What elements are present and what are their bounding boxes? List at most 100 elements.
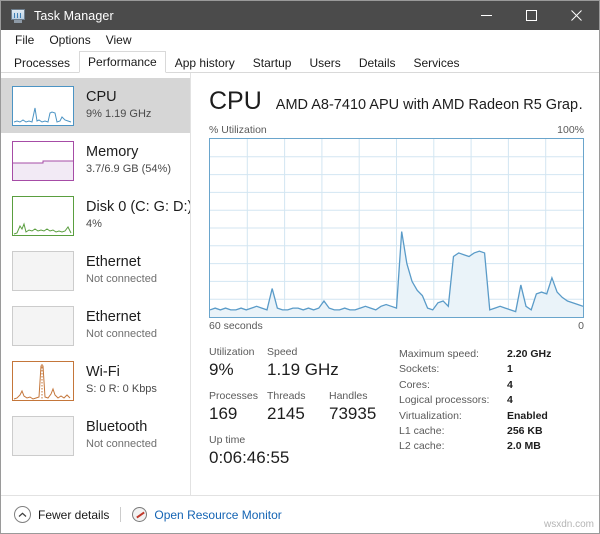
ethernet-thumbnail-graph [12, 305, 74, 346]
graph-x-axis-end: 0 [578, 320, 584, 332]
stat-label: Threads [267, 390, 306, 402]
spec-row-l1-cache: L1 cache: 256 KB [399, 424, 584, 439]
tab-details[interactable]: Details [350, 52, 405, 73]
title-bar: Task Manager [1, 1, 599, 30]
menu-bar: File Options View [1, 30, 599, 51]
spec-row-sockets: Sockets: 1 [399, 362, 584, 377]
cpu-header: CPU AMD A8-7410 APU with AMD Radeon R5 G… [209, 87, 584, 115]
sidebar-item-bluetooth[interactable]: Bluetooth Not connected [1, 408, 190, 463]
page-title: CPU [209, 87, 262, 115]
spec-key: L2 cache: [399, 440, 445, 453]
spec-key: L1 cache: [399, 425, 445, 438]
stat-value: 169 [209, 404, 238, 423]
sidebar-item-label: Ethernet [86, 254, 141, 270]
stat-processes: Processes 169 [209, 390, 267, 425]
stat-value: 73935 [329, 404, 377, 423]
spec-value: 4 [507, 394, 513, 407]
spec-value: 4 [507, 378, 513, 391]
menu-item-file[interactable]: File [8, 32, 42, 49]
wifi-thumbnail-graph [12, 360, 74, 401]
stat-label: Handles [329, 390, 368, 402]
stat-label: Up time [209, 434, 246, 446]
spec-value: 256 KB [507, 425, 543, 438]
stat-label: Speed [267, 346, 298, 358]
close-button[interactable] [554, 1, 599, 30]
menu-item-view[interactable]: View [99, 32, 140, 49]
spec-value: 2.0 MB [507, 440, 541, 453]
resource-sidebar: CPU 9% 1.19 GHz Memory 3.7/6.9 GB (54%) [1, 73, 191, 495]
fewer-details-button[interactable]: Fewer details [38, 508, 109, 522]
tab-startup[interactable]: Startup [244, 52, 301, 73]
stat-utilization: Utilization 9% [209, 346, 267, 381]
cpu-stats: Utilization 9% Speed 1.19 GHz Processes … [209, 346, 584, 478]
sidebar-item-label: Memory [86, 144, 139, 160]
spec-row-cores: Cores: 4 [399, 378, 584, 393]
stat-row-processes-threads-handles: Processes 169 Threads 2145 Handles 73935 [209, 390, 399, 425]
maximize-button[interactable] [509, 1, 554, 30]
stat-handles: Handles 73935 [329, 390, 376, 425]
stat-uptime: Up time 0:06:46:55 [209, 434, 289, 469]
menu-item-options[interactable]: Options [42, 32, 98, 49]
cpu-model-label: AMD A8-7410 APU with AMD Radeon R5 Grap… [275, 97, 584, 113]
open-resource-monitor-link[interactable]: Open Resource Monitor [154, 508, 281, 522]
stat-value: 2145 [267, 404, 305, 423]
spec-key: Sockets: [399, 363, 440, 376]
stat-label: Utilization [209, 346, 255, 358]
sidebar-item-sub: 4% [86, 218, 102, 230]
tab-strip: Processes Performance App history Startu… [1, 51, 599, 73]
sidebar-ethernet-2-text: Ethernet Not connected [86, 309, 157, 342]
chevron-up-icon[interactable] [14, 506, 31, 523]
cpu-detail-panel: CPU AMD A8-7410 APU with AMD Radeon R5 G… [191, 73, 599, 495]
sidebar-item-wifi[interactable]: Wi-Fi S: 0 R: 0 Kbps [1, 353, 190, 408]
graph-y-axis-max: 100% [557, 124, 584, 136]
sidebar-item-cpu[interactable]: CPU 9% 1.19 GHz [1, 78, 190, 133]
ethernet-thumbnail-graph [12, 250, 74, 291]
sidebar-item-sub: S: 0 R: 0 Kbps [86, 383, 157, 395]
bluetooth-thumbnail-graph [12, 415, 74, 456]
spec-key: Cores: [399, 378, 430, 391]
spec-value: Enabled [507, 409, 548, 422]
task-manager-window: Task Manager File Options View Processes… [0, 0, 600, 534]
sidebar-item-ethernet-2[interactable]: Ethernet Not connected [1, 298, 190, 353]
sidebar-item-label: CPU [86, 89, 117, 105]
tab-performance[interactable]: Performance [79, 51, 166, 73]
sidebar-item-label: Disk 0 (C: G: D:) [86, 199, 191, 215]
tab-users[interactable]: Users [300, 52, 349, 73]
window-title: Task Manager [34, 8, 114, 23]
sidebar-item-sub: Not connected [86, 438, 157, 450]
tab-services[interactable]: Services [405, 52, 469, 73]
stat-row-utilization-speed: Utilization 9% Speed 1.19 GHz [209, 346, 399, 381]
tab-app-history[interactable]: App history [166, 52, 244, 73]
task-manager-icon [10, 8, 26, 24]
cpu-spec-list: Maximum speed: 2.20 GHz Sockets: 1 Cores… [399, 346, 584, 478]
stat-value: 0:06:46:55 [209, 448, 290, 467]
spec-key: Virtualization: [399, 409, 462, 422]
spec-row-logical-processors: Logical processors: 4 [399, 393, 584, 408]
graph-top-axis: % Utilization 100% [209, 124, 584, 136]
cpu-utilization-graph [209, 138, 584, 318]
sidebar-ethernet-1-text: Ethernet Not connected [86, 254, 157, 287]
sidebar-item-sub: 3.7/6.9 GB (54%) [86, 163, 171, 175]
sidebar-item-sub: Not connected [86, 273, 157, 285]
spec-value: 2.20 GHz [507, 348, 552, 360]
stat-label: Processes [209, 390, 259, 402]
sidebar-item-ethernet-1[interactable]: Ethernet Not connected [1, 243, 190, 298]
sidebar-item-memory[interactable]: Memory 3.7/6.9 GB (54%) [1, 133, 190, 188]
cpu-chart-svg [210, 139, 583, 317]
sidebar-item-sub: Not connected [86, 328, 157, 340]
spec-row-maximum-speed: Maximum speed: 2.20 GHz [399, 347, 584, 362]
resource-monitor-icon [132, 507, 148, 522]
footer-bar: Fewer details Open Resource Monitor [1, 495, 599, 533]
sidebar-item-disk0[interactable]: Disk 0 (C: G: D:) 4% [1, 188, 190, 243]
tab-processes[interactable]: Processes [5, 52, 79, 73]
spec-value: 1 [507, 363, 513, 376]
cpu-thumbnail-graph [12, 85, 74, 126]
disk-thumbnail-graph [12, 195, 74, 236]
graph-y-axis-label: % Utilization [209, 124, 267, 136]
minimize-button[interactable] [464, 1, 509, 30]
stat-threads: Threads 2145 [267, 390, 329, 425]
stat-value: 9% [209, 360, 234, 379]
graph-bottom-axis: 60 seconds 0 [209, 320, 584, 332]
memory-thumbnail-graph [12, 140, 74, 181]
spec-row-l2-cache: L2 cache: 2.0 MB [399, 439, 584, 454]
